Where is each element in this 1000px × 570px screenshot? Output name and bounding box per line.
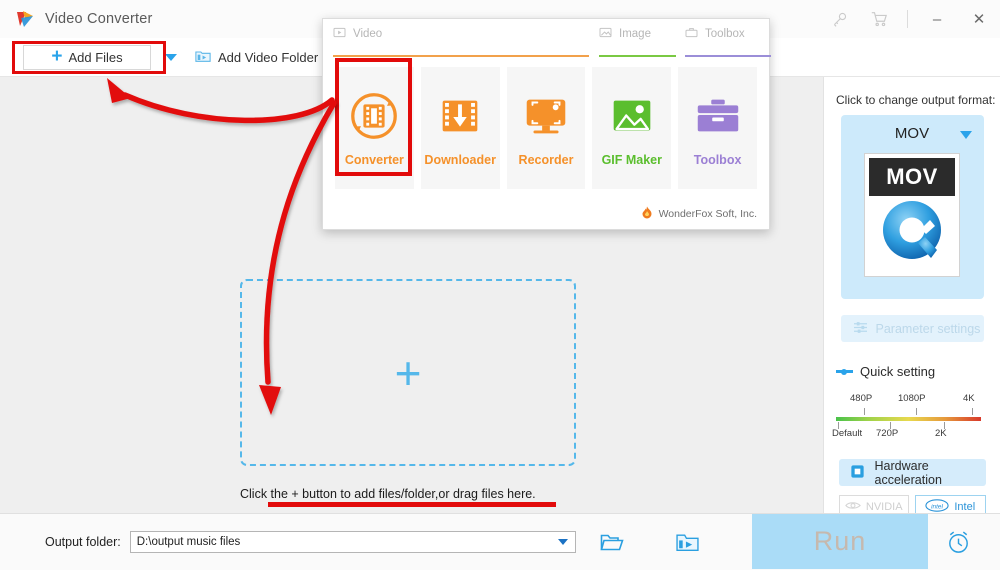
tab-image[interactable]: Image — [599, 27, 651, 49]
nvidia-icon — [845, 500, 861, 514]
window-controls: – ✕ — [819, 0, 1000, 38]
app-logo-icon — [14, 8, 36, 30]
tab-video[interactable]: Video — [333, 27, 382, 49]
nvidia-label: NVIDIA — [865, 501, 903, 513]
intel-label: Intel — [954, 501, 976, 513]
card-downloader[interactable]: Downloader — [420, 67, 500, 189]
slider-label-720p: 720P — [876, 428, 899, 439]
video-converter-window: Video Converter – ✕ + Add Files Add Vide… — [0, 0, 1000, 570]
converter-icon — [351, 93, 398, 139]
output-folder-input[interactable]: D:\output music files — [129, 531, 576, 553]
slider-label-default: Default — [832, 428, 863, 439]
add-files-dropdown-icon[interactable] — [165, 53, 177, 61]
add-video-folder-button[interactable]: Add Video Folder — [195, 49, 318, 66]
slider-label-4k: 4K — [963, 393, 975, 404]
control-divider — [907, 10, 908, 28]
open-folder-button[interactable] — [600, 533, 624, 552]
popup-tabs: Video Image Toolbox — [333, 27, 771, 57]
tab-toolbox-label: Toolbox — [705, 28, 745, 40]
add-video-folder-label: Add Video Folder — [218, 49, 319, 65]
tab-image-label: Image — [619, 28, 651, 40]
card-converter-label: Converter — [344, 153, 404, 167]
image-icon — [599, 27, 612, 41]
format-thumbnail: MOV — [864, 153, 960, 277]
tab-video-underline — [333, 55, 589, 57]
alarm-clock-button[interactable] — [945, 528, 972, 560]
chip-icon — [849, 463, 866, 483]
plus-icon: + — [51, 45, 63, 67]
output-folder-value: D:\output music files — [136, 536, 241, 548]
card-toolbox[interactable]: Toolbox — [678, 67, 757, 189]
parameter-settings-label: Parameter settings — [875, 321, 981, 336]
output-format-label: Click to change output format: — [836, 93, 996, 107]
run-button[interactable]: Run — [752, 514, 928, 569]
open-video-folder-button[interactable] — [676, 533, 699, 552]
slider-tick — [972, 408, 973, 415]
card-converter[interactable]: Converter — [335, 67, 414, 189]
slider-label-480p: 480P — [850, 393, 873, 404]
video-icon — [333, 27, 346, 41]
cart-icon[interactable] — [859, 0, 899, 38]
card-recorder[interactable]: Recorder — [506, 67, 586, 189]
slider-tick — [916, 408, 917, 415]
module-chooser-popup: Video Image Toolbox Converter Downloader… — [322, 18, 771, 230]
gif-maker-icon — [613, 100, 651, 131]
quicktime-q-icon — [869, 196, 955, 270]
tab-toolbox[interactable]: Toolbox — [685, 27, 745, 49]
quick-setting-label: Quick setting — [860, 364, 936, 379]
tab-image-underline — [599, 55, 676, 57]
quality-slider-track[interactable] — [836, 417, 981, 421]
caret-down-icon[interactable] — [959, 131, 972, 139]
toolbox-case-icon — [697, 99, 738, 132]
card-recorder-label: Recorder — [518, 153, 574, 167]
drop-zone-plus-icon[interactable]: + — [395, 350, 422, 396]
card-toolbox-label: Toolbox — [693, 153, 742, 167]
card-gif-maker[interactable]: GIF Maker — [592, 67, 672, 189]
downloader-icon — [442, 100, 478, 132]
drop-zone-hint: Click the + button to add files/folder,o… — [240, 487, 536, 501]
svg-text:intel: intel — [931, 503, 943, 510]
card-downloader-label: Downloader — [424, 153, 496, 167]
quality-slider[interactable]: 480P 1080P 4K Default 720P 2K — [832, 391, 981, 445]
hardware-acceleration-label: Hardware acceleration — [874, 458, 942, 487]
quick-setting-row: Quick setting — [836, 364, 1000, 379]
tab-video-label: Video — [353, 28, 383, 40]
minimize-button[interactable]: – — [916, 0, 958, 38]
slider-label-1080p: 1080P — [898, 393, 926, 404]
slider-label-2k: 2K — [935, 428, 947, 439]
module-cards: Converter Downloader Recorder GIF Maker … — [335, 67, 757, 189]
annotation-underline-hint — [268, 502, 556, 507]
format-thumb-text: MOV — [869, 158, 955, 196]
caret-down-icon[interactable] — [557, 539, 568, 545]
folder-video-icon — [195, 49, 211, 66]
recorder-icon — [526, 99, 566, 134]
tab-toolbox-underline — [685, 55, 771, 57]
output-settings-panel: Click to change output format: MOV MOV P… — [823, 77, 1000, 519]
toolbox-icon — [685, 27, 698, 41]
add-files-label: Add Files — [68, 49, 123, 65]
drop-zone[interactable]: + — [240, 279, 576, 466]
output-format-card[interactable]: MOV MOV — [840, 115, 984, 299]
key-icon[interactable] — [819, 0, 859, 38]
slider-handle-icon — [836, 369, 853, 375]
hardware-acceleration-button[interactable]: Hardware acceleration — [838, 458, 986, 487]
close-button[interactable]: ✕ — [958, 0, 1000, 38]
card-gif-maker-label: GIF Maker — [601, 153, 662, 167]
popup-footer-label: WonderFox Soft, Inc. — [658, 208, 757, 220]
app-title: Video Converter — [45, 11, 153, 27]
output-folder-label: Output folder: — [45, 535, 121, 549]
add-files-button[interactable]: + Add Files — [23, 44, 151, 70]
flame-icon — [641, 206, 653, 222]
sliders-icon — [853, 321, 868, 337]
slider-tick — [864, 408, 865, 415]
popup-footer: WonderFox Soft, Inc. — [641, 206, 757, 222]
parameter-settings-button: Parameter settings — [840, 315, 984, 342]
